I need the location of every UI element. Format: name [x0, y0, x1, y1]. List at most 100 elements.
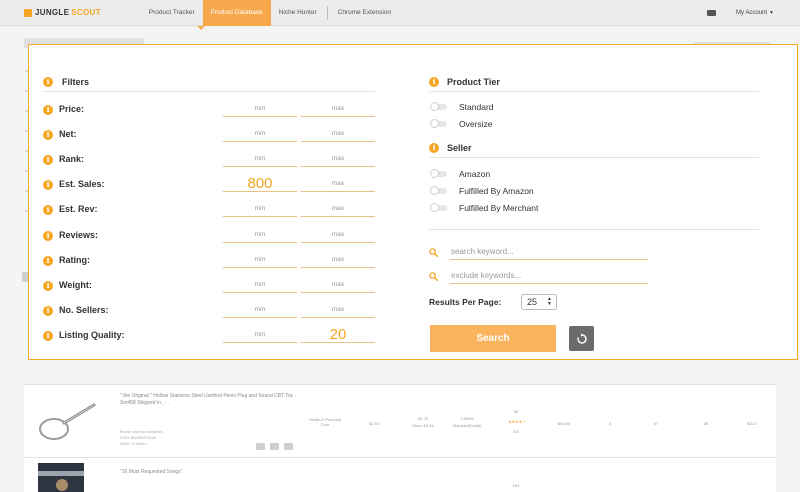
results-per-page-select[interactable]: 25 ▲ ▼ — [521, 294, 557, 310]
seller-bottom-divider — [429, 229, 759, 230]
option-amazon: Amazon — [459, 169, 491, 179]
search-icon — [429, 248, 438, 257]
price-min-input[interactable] — [223, 101, 297, 117]
filter-row-rating: i Rating: — [43, 251, 375, 270]
info-icon[interactable]: i — [43, 77, 53, 87]
cell-fees: $1.78 — [417, 416, 428, 421]
cell-col4: $213 — [747, 421, 757, 426]
nav-niche-hunter[interactable]: Niche Hunter — [271, 0, 325, 26]
filter-row-price: i Price: — [43, 101, 375, 119]
est-rev-max-input[interactable] — [301, 201, 375, 218]
no-sellers-min-input[interactable] — [223, 301, 297, 318]
nav-product-tracker[interactable]: Product Tracker — [141, 0, 203, 26]
product-title[interactable]: " the Original " Hollow Stainless Steel … — [120, 393, 298, 407]
est-rev-min-input[interactable] — [223, 201, 297, 218]
toggle-knob — [430, 186, 439, 195]
filter-row-no-sellers: i No. Sellers: — [43, 301, 375, 320]
info-icon[interactable]: i — [43, 105, 53, 115]
my-account-label: My Account — [736, 9, 768, 16]
est-sales-max-input[interactable] — [301, 176, 375, 193]
select-arrows-icon: ▲ ▼ — [547, 296, 552, 307]
cell-rank: 109 — [512, 483, 520, 488]
no-sellers-max-input[interactable] — [301, 301, 375, 318]
weight-max-input[interactable] — [301, 276, 375, 293]
nav-product-database[interactable]: Product Database — [202, 0, 271, 26]
mail-icon[interactable] — [707, 9, 717, 16]
filter-label: Net: — [59, 129, 77, 140]
filter-panel: i Filters i Price: i Net: i Rank: i Est. Sales:… — [28, 44, 798, 360]
product-image[interactable] — [34, 399, 98, 445]
info-icon[interactable]: i — [43, 205, 53, 216]
chart-button[interactable] — [270, 443, 279, 450]
cell-price: $4.54 — [368, 421, 379, 426]
filter-label: Listing Quality: — [59, 329, 125, 340]
my-account-menu[interactable]: My Account ▼ — [736, 10, 774, 16]
net-max-input[interactable] — [301, 126, 375, 143]
album-face — [56, 479, 68, 491]
rank-min-input[interactable] — [223, 151, 297, 168]
row-divider — [24, 457, 776, 458]
toggle-knob — [430, 102, 439, 111]
seller-divider — [429, 157, 759, 158]
caret-down-icon: ▼ — [769, 9, 774, 16]
logo-text-scout: SCOUT — [71, 8, 101, 17]
info-icon[interactable]: i — [43, 330, 53, 341]
track-button[interactable] — [256, 443, 265, 450]
product-sellers: Seller: 4 Sellers — [120, 442, 147, 446]
rating-min-input[interactable] — [223, 251, 297, 268]
info-icon[interactable]: i — [43, 305, 53, 316]
cell-col1: 4 — [608, 421, 612, 426]
toggle-amazon[interactable] — [430, 169, 447, 178]
product-image-album[interactable] — [38, 463, 84, 492]
filter-row-est-sales: i Est. Sales: — [43, 176, 375, 194]
listing-quality-max-input[interactable] — [301, 326, 375, 343]
reset-button[interactable] — [569, 326, 594, 351]
info-icon[interactable]: i — [429, 143, 439, 153]
filters-title: Filters — [62, 77, 90, 87]
logo-text-jungle: JUNGLE — [35, 8, 70, 17]
filter-label: Price: — [59, 104, 85, 114]
reviews-min-input[interactable] — [223, 226, 297, 243]
weight-min-input[interactable] — [223, 276, 297, 293]
search-keyword-input[interactable] — [450, 244, 648, 260]
listing-quality-min-input[interactable] — [223, 326, 297, 343]
filter-label: Est. Rev: — [59, 204, 98, 215]
rank-max-input[interactable] — [301, 151, 375, 168]
info-icon[interactable]: i — [43, 230, 53, 241]
toggle-fulfilled-by-amazon[interactable] — [430, 186, 447, 195]
toggle-oversize[interactable] — [430, 119, 447, 128]
cell-sales: $5,060 — [557, 421, 571, 426]
active-nav-pointer — [197, 26, 205, 30]
filter-row-est-rev: i Est. Rev: — [43, 201, 375, 219]
price-max-input[interactable] — [301, 101, 375, 117]
option-standard: Standard — [459, 102, 494, 112]
filter-label: Est. Sales: — [59, 179, 105, 190]
reviews-max-input[interactable] — [301, 226, 375, 243]
search-button[interactable]: Search — [430, 325, 556, 352]
info-icon[interactable]: i — [43, 155, 53, 166]
product-tier-divider — [429, 91, 759, 92]
cell-category: Health & Personal Care — [308, 417, 342, 427]
cell-rating: 3.6 — [513, 429, 519, 434]
product-title[interactable]: "16 Most Requested Songs" — [120, 469, 182, 476]
toggle-fulfilled-by-merchant[interactable] — [430, 203, 447, 212]
exclude-keywords-input[interactable] — [450, 268, 648, 284]
nav-chrome-extension[interactable]: Chrome Extension — [330, 0, 399, 26]
net-min-input[interactable] — [223, 126, 297, 143]
cell-col3: 36 — [703, 421, 709, 426]
link-button[interactable] — [284, 443, 293, 450]
info-icon[interactable]: i — [43, 130, 53, 141]
toggle-standard[interactable] — [430, 102, 447, 111]
filter-row-weight: i Weight: — [43, 276, 375, 295]
info-icon[interactable]: i — [43, 180, 53, 191]
info-icon[interactable]: i — [429, 77, 439, 87]
info-icon[interactable]: i — [43, 255, 53, 266]
option-fulfilled-by-merchant: Fulfilled By Merchant — [459, 203, 539, 213]
results-per-page-label: Results Per Page: — [429, 297, 502, 307]
cell-col2: 57 — [653, 421, 659, 426]
nav-divider — [326, 5, 328, 20]
logo[interactable]: JUNGLE SCOUT — [24, 8, 101, 17]
est-sales-min-input[interactable] — [223, 176, 297, 193]
rating-max-input[interactable] — [301, 251, 375, 268]
info-icon[interactable]: i — [43, 280, 53, 291]
